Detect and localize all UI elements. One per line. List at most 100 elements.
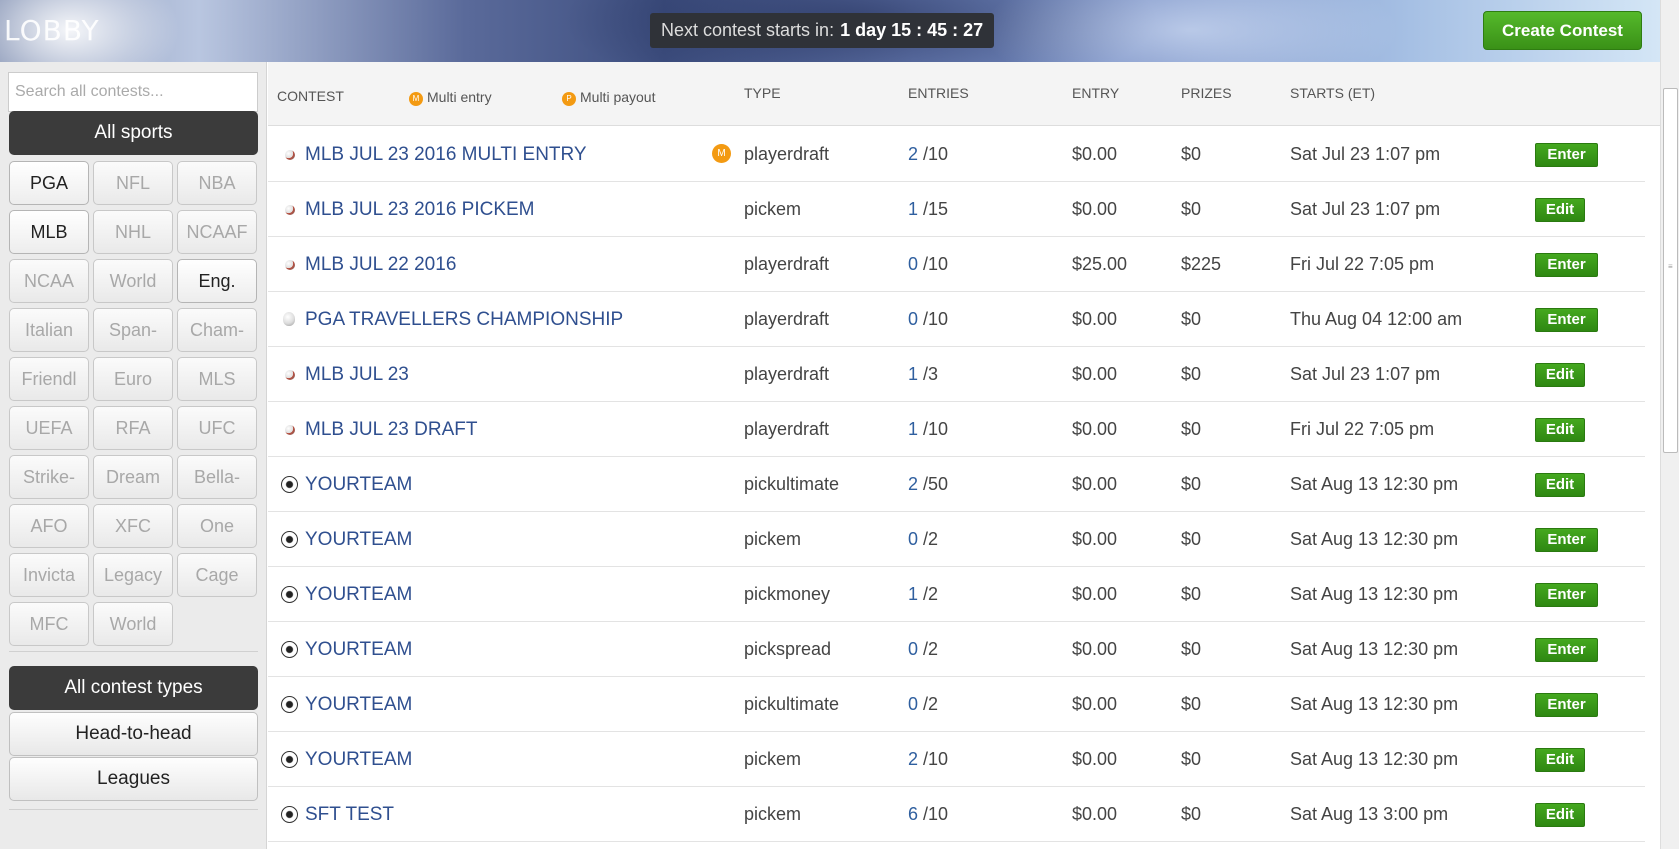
contest-name-link[interactable]: YOURTEAM: [305, 512, 412, 567]
enter-contest-button[interactable]: Enter: [1535, 638, 1598, 662]
table-row[interactable]: YOURTEAM pickultimate 2 /50 $0.00 $0 Sat Aug …: [268, 457, 1645, 512]
sport-filter-uefa[interactable]: UEFA: [9, 406, 89, 450]
sport-filter-nfl[interactable]: NFL: [93, 161, 173, 205]
sport-filter-friendl[interactable]: Friendl: [9, 357, 89, 401]
sidebar-divider: [9, 651, 258, 652]
contest-name-link[interactable]: YOURTEAM: [305, 677, 412, 732]
prize-pool: $0: [1181, 804, 1202, 824]
enter-contest-button[interactable]: Enter: [1535, 143, 1598, 167]
edit-contest-button[interactable]: Edit: [1535, 198, 1585, 222]
sport-filter-euro[interactable]: Euro: [93, 357, 173, 401]
table-row[interactable]: SFT TEST pickem 6 /10 $0.00 $0 Sat Aug 13 3:0…: [268, 787, 1645, 842]
header-contest[interactable]: CONTEST: [277, 88, 344, 104]
header-type[interactable]: TYPE: [744, 85, 781, 101]
sport-filter-italian[interactable]: Italian: [9, 308, 89, 352]
sport-filter-span[interactable]: Span-: [93, 308, 173, 352]
enter-contest-button[interactable]: Enter: [1535, 528, 1598, 552]
contest-name-link[interactable]: YOURTEAM: [305, 622, 412, 677]
page-scrollbar[interactable]: ≡: [1660, 0, 1679, 849]
header-prizes[interactable]: PRIZES: [1181, 85, 1232, 101]
sport-filter-world[interactable]: World: [93, 602, 173, 646]
table-row[interactable]: YOURTEAM pickem 2 /10 $0.00 $0 Sat Aug 13 12:…: [268, 732, 1645, 787]
sport-filter-strike[interactable]: Strike-: [9, 455, 89, 499]
contest-name-link[interactable]: YOURTEAM: [305, 732, 412, 787]
sport-filter-mls[interactable]: MLS: [177, 357, 257, 401]
edit-contest-button[interactable]: Edit: [1535, 418, 1585, 442]
enter-contest-button[interactable]: Enter: [1535, 583, 1598, 607]
legend-multi-entry-label: Multi entry: [427, 89, 492, 105]
soccer-ball-icon: [281, 531, 298, 548]
sport-filter-cage[interactable]: Cage: [177, 553, 257, 597]
contest-name-link[interactable]: MLB JUL 23 DRAFT: [305, 402, 477, 457]
sport-filter-mlb[interactable]: MLB: [9, 210, 89, 254]
entries-max: /2: [923, 584, 939, 604]
sport-filter-ufc[interactable]: UFC: [177, 406, 257, 450]
sport-filter-pga[interactable]: PGA: [9, 161, 89, 205]
sport-filter-afo[interactable]: AFO: [9, 504, 89, 548]
contest-name-link[interactable]: YOURTEAM: [305, 457, 412, 512]
enter-contest-button[interactable]: Enter: [1535, 693, 1598, 717]
table-row[interactable]: MLB JUL 23 DRAFT playerdraft 1 /10 $0.00 $0 F…: [268, 402, 1645, 457]
table-row[interactable]: YOURTEAM pickem 0 /2 $0.00 $0 Sat Aug 13 12:3…: [268, 512, 1645, 567]
edit-contest-button[interactable]: Edit: [1535, 803, 1585, 827]
entry-fee: $0.00: [1072, 364, 1118, 384]
search-input[interactable]: [8, 72, 258, 112]
contest-entries: 2 /50: [908, 457, 948, 512]
table-row[interactable]: YOURTEAM pickultimate 0 /2 $0.00 $0 Sat Aug 1…: [268, 677, 1645, 732]
edit-contest-button[interactable]: Edit: [1535, 748, 1585, 772]
enter-contest-button[interactable]: Enter: [1535, 308, 1598, 332]
sport-filter-rfa[interactable]: RFA: [93, 406, 173, 450]
sport-filter-invicta[interactable]: Invicta: [9, 553, 89, 597]
header-entry[interactable]: ENTRY: [1072, 85, 1119, 101]
all-sports-button[interactable]: All sports: [9, 111, 258, 155]
sport-filter-mfc[interactable]: MFC: [9, 602, 89, 646]
sport-filter-xfc[interactable]: XFC: [93, 504, 173, 548]
header-entries[interactable]: ENTRIES: [908, 85, 969, 101]
contest-name-link[interactable]: MLB JUL 23 2016 PICKEM: [305, 182, 535, 237]
contest-name-link[interactable]: SFT TEST: [305, 787, 394, 842]
multi-payout-badge-icon: P: [562, 92, 576, 106]
table-row[interactable]: MLB JUL 22 2016 playerdraft 0 /10 $25.00 $22…: [268, 237, 1645, 292]
prize-pool: $0: [1181, 474, 1202, 494]
sport-filter-cham[interactable]: Cham-: [177, 308, 257, 352]
contest-type: pickem: [744, 804, 802, 824]
create-contest-button[interactable]: Create Contest: [1483, 11, 1642, 50]
sport-filter-ncaaf[interactable]: NCAAF: [177, 210, 257, 254]
leagues-button[interactable]: Leagues: [9, 757, 258, 801]
entries-count: 2: [908, 144, 919, 164]
sport-filter-dream[interactable]: Dream: [93, 455, 173, 499]
table-row[interactable]: MLB JUL 23 2016 PICKEM pickem 1 /15 $0.00 $0…: [268, 182, 1645, 237]
sport-filter-bella[interactable]: Bella-: [177, 455, 257, 499]
contest-name-link[interactable]: MLB JUL 22 2016: [305, 237, 456, 292]
sport-filter-nhl[interactable]: NHL: [93, 210, 173, 254]
edit-contest-button[interactable]: Edit: [1535, 363, 1585, 387]
sport-filter-world[interactable]: World: [93, 259, 173, 303]
entries-count: 0: [908, 694, 919, 714]
entries-count: 1: [908, 364, 919, 384]
start-time: Sat Aug 13 12:30 pm: [1290, 749, 1459, 769]
contest-name-link[interactable]: MLB JUL 23 2016 MULTI ENTRY: [305, 127, 587, 182]
sport-filter-ncaa[interactable]: NCAA: [9, 259, 89, 303]
sport-filter-nba[interactable]: NBA: [177, 161, 257, 205]
scrollbar-thumb[interactable]: ≡: [1663, 88, 1678, 453]
table-row[interactable]: PGA TRAVELLERS CHAMPIONSHIP playerdraft 0 …: [268, 292, 1645, 347]
header-starts[interactable]: STARTS (ET): [1290, 85, 1375, 101]
table-row[interactable]: YOURTEAM pickspread 0 /2 $0.00 $0 Sat Aug 13 …: [268, 622, 1645, 677]
table-row[interactable]: YOURTEAM pickmoney 1 /2 $0.00 $0 Sat Aug 13 1…: [268, 567, 1645, 622]
contest-name-link[interactable]: MLB JUL 23: [305, 347, 409, 402]
entry-fee: $0.00: [1072, 749, 1118, 769]
all-contest-types-button[interactable]: All contest types: [9, 666, 258, 710]
edit-contest-button[interactable]: Edit: [1535, 473, 1585, 497]
soccer-ball-icon: [281, 476, 298, 493]
sport-filter-one[interactable]: One: [177, 504, 257, 548]
table-row[interactable]: MLB JUL 23 playerdraft 1 /3 $0.00 $0 Sat Jul …: [268, 347, 1645, 402]
entry-fee: $0.00: [1072, 419, 1118, 439]
enter-contest-button[interactable]: Enter: [1535, 253, 1598, 277]
prize-pool: $0: [1181, 144, 1202, 164]
sport-filter-legacy[interactable]: Legacy: [93, 553, 173, 597]
table-row[interactable]: MLB JUL 23 2016 MULTI ENTRY Mplayerdraft 2…: [268, 127, 1645, 182]
contest-name-link[interactable]: YOURTEAM: [305, 567, 412, 622]
contest-name-link[interactable]: PGA TRAVELLERS CHAMPIONSHIP: [305, 292, 623, 347]
head-to-head-button[interactable]: Head-to-head: [9, 712, 258, 756]
sport-filter-eng[interactable]: Eng.: [177, 259, 257, 303]
